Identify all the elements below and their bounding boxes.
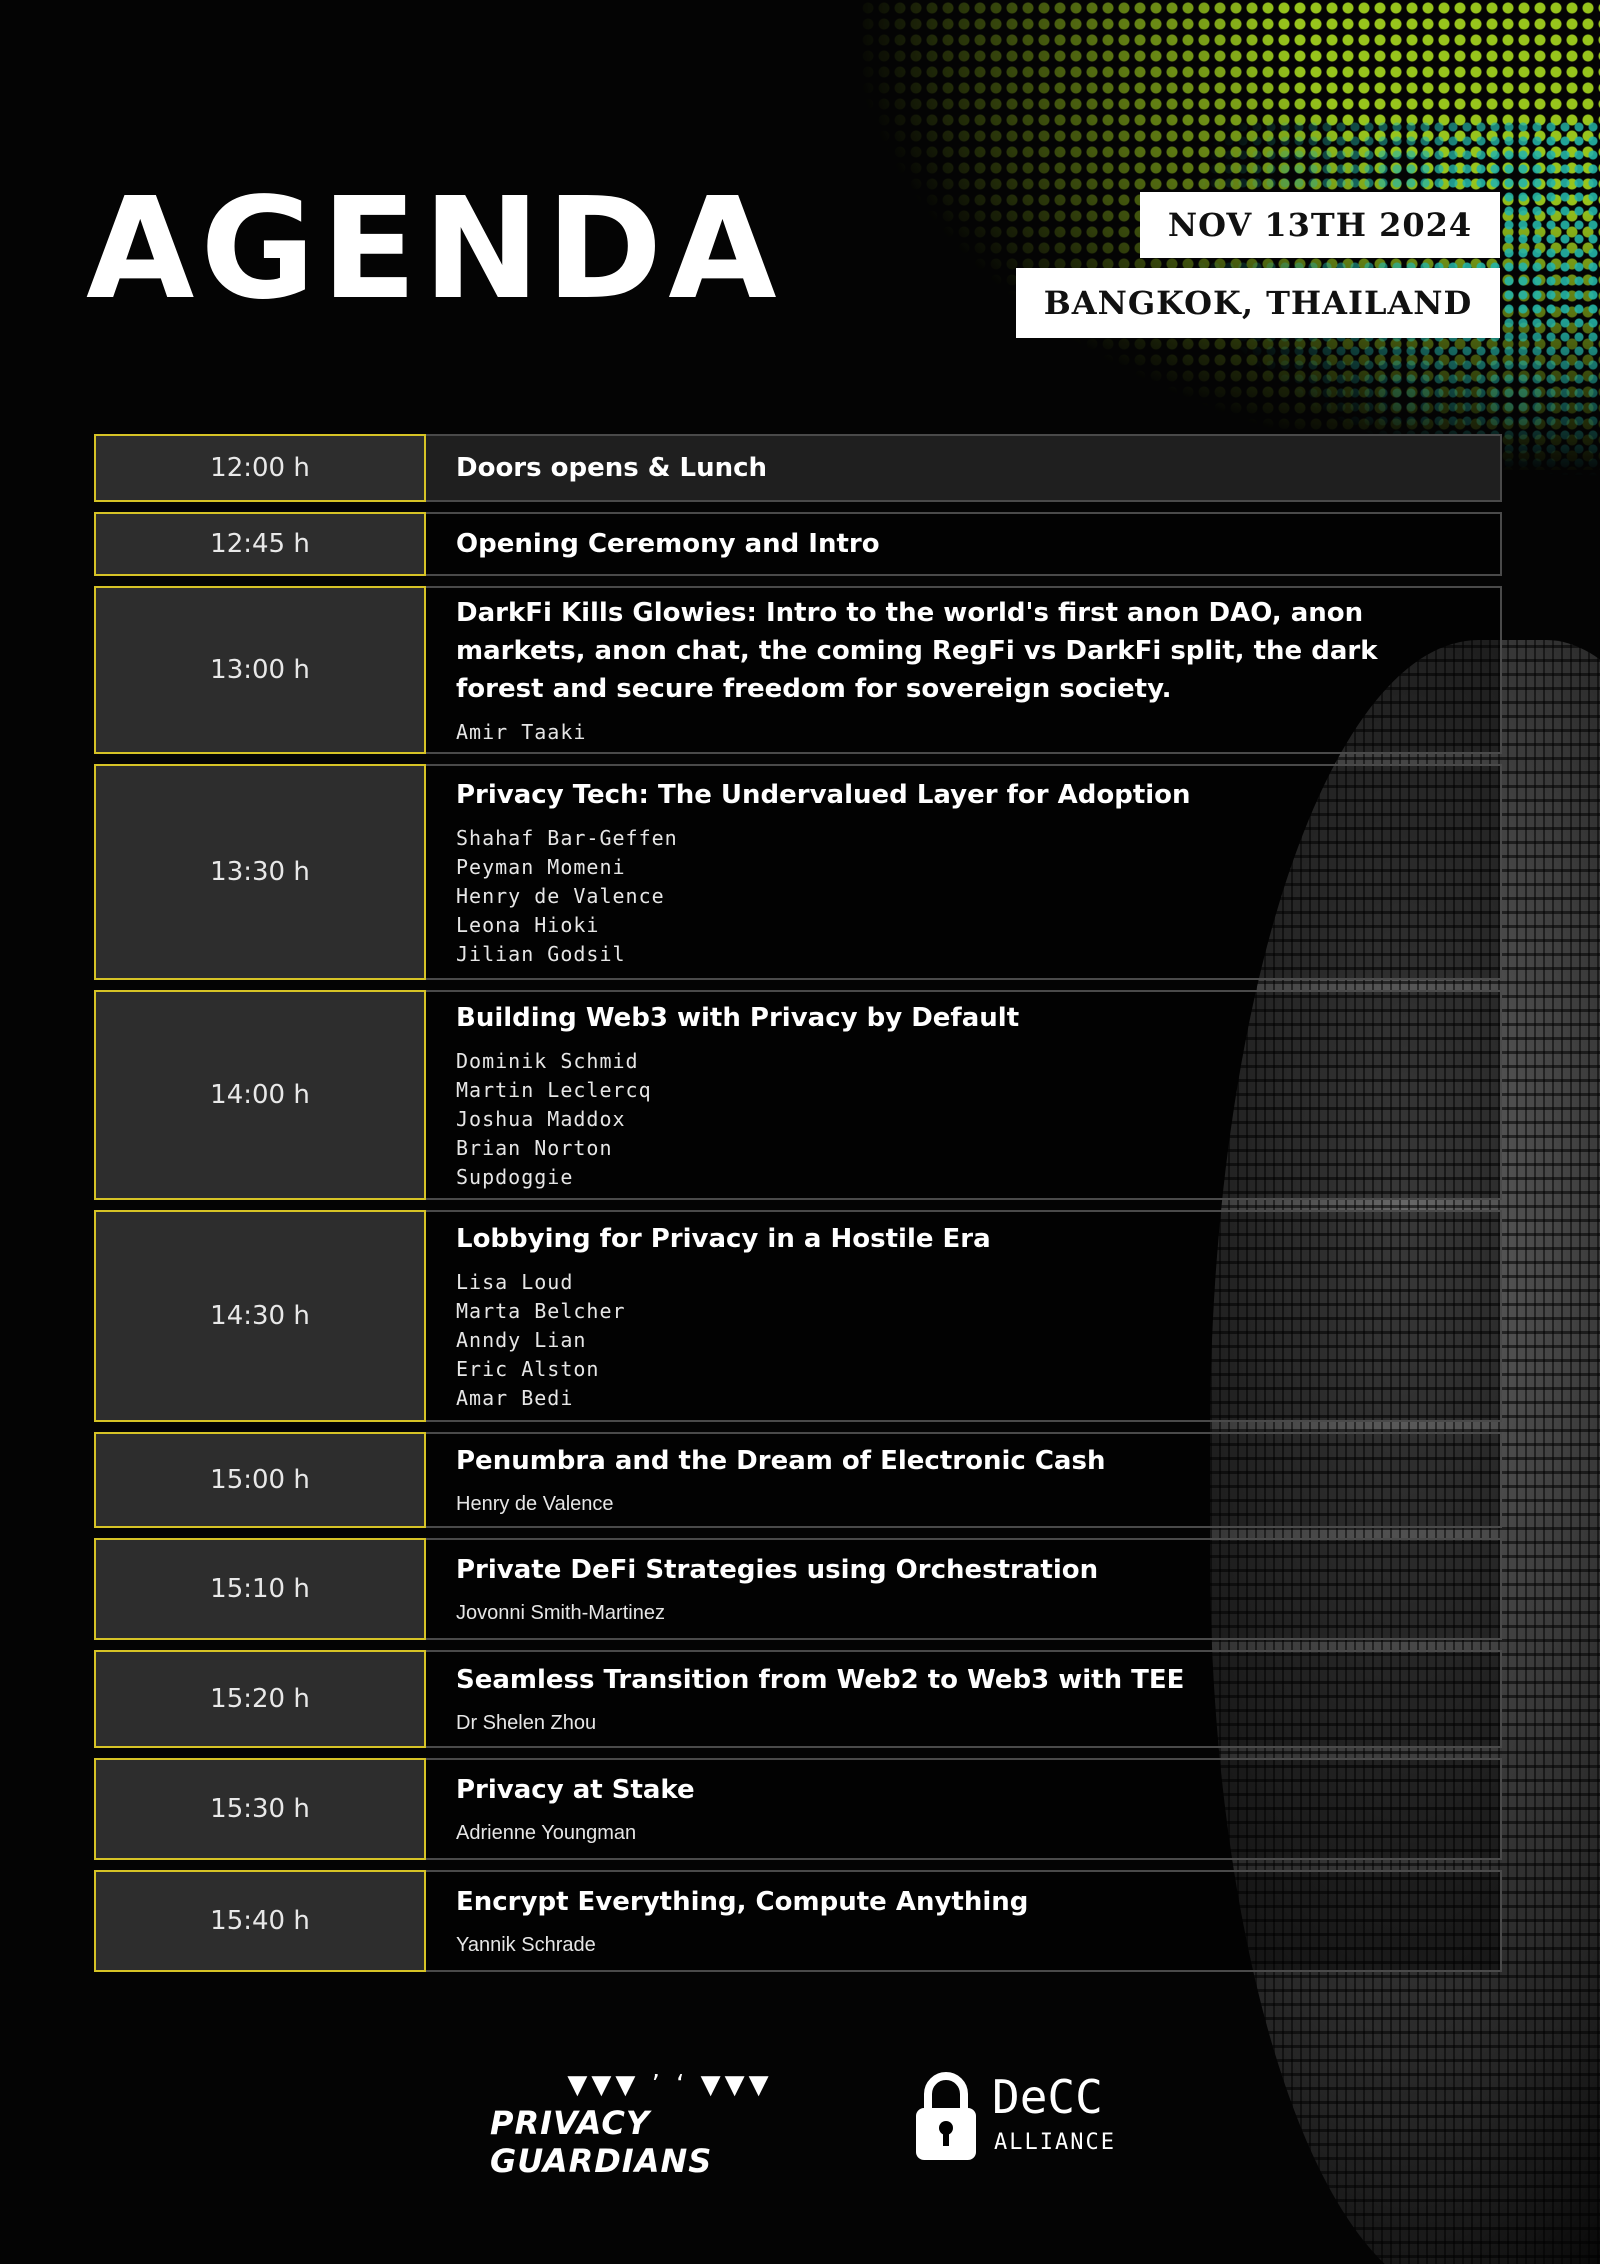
page-title: AGENDA <box>86 168 783 331</box>
agenda-row: 13:30 h Privacy Tech: The Undervalued Lay… <box>94 764 1502 980</box>
agenda-table: 12:00 h Doors opens & Lunch 12:45 h Opening… <box>94 434 1502 1982</box>
session-details: DarkFi Kills Glowies: Intro to the world… <box>426 586 1502 754</box>
session-details: Opening Ceremony and Intro <box>426 512 1502 576</box>
session-title: Lobbying for Privacy in a Hostile Era <box>456 1223 991 1254</box>
speaker-name: Henry de Valence <box>456 883 665 908</box>
session-title: Privacy Tech: The Undervalued Layer for … <box>456 779 1191 810</box>
agenda-row: 14:30 h Lobbying for Privacy in a Hostile… <box>94 1210 1502 1422</box>
speaker-list: Dominik Schmid Martin Leclercq Joshua Madd… <box>456 1047 1470 1192</box>
decc-alliance-logo: DeCC ALLIANCE <box>914 2070 1154 2180</box>
session-time: 13:30 h <box>94 764 426 980</box>
agenda-row: 15:00 h Penumbra and the Dream of Electro… <box>94 1432 1502 1528</box>
session-details: Privacy Tech: The Undervalued Layer for … <box>426 764 1502 980</box>
session-time: 15:20 h <box>94 1650 426 1748</box>
speaker-name: Yannik Schrade <box>456 1933 596 1956</box>
speaker-name: Brian Norton <box>456 1135 613 1160</box>
speaker-name: Adrienne Youngman <box>456 1821 637 1844</box>
session-title: Seamless Transition from Web2 to Web3 wi… <box>456 1664 1185 1695</box>
session-details: Seamless Transition from Web2 to Web3 wi… <box>426 1650 1502 1748</box>
lock-icon <box>916 2072 976 2160</box>
speaker-name: Jovonni Smith-Martinez <box>456 1601 665 1624</box>
session-time: 14:30 h <box>94 1210 426 1422</box>
claw-marks-icon: ▼▼▼ ’ ‘ ▼▼▼ <box>567 2070 773 2100</box>
speaker-name: Marta Belcher <box>456 1298 626 1323</box>
agenda-row: 13:00 h DarkFi Kills Glowies: Intro to th… <box>94 586 1502 754</box>
speaker-name: Martin Leclercq <box>456 1077 652 1102</box>
speaker-name: Dominik Schmid <box>456 1048 639 1073</box>
session-time: 15:10 h <box>94 1538 426 1640</box>
agenda-row: 15:20 h Seamless Transition from Web2 to … <box>94 1650 1502 1748</box>
speaker-list: Shahaf Bar-Geffen Peyman Momeni Henry de V… <box>456 824 1470 969</box>
session-time: 15:30 h <box>94 1758 426 1860</box>
speaker-name: Shahaf Bar-Geffen <box>456 825 678 850</box>
session-details: Lobbying for Privacy in a Hostile Era Lis… <box>426 1210 1502 1422</box>
speaker-list: Jovonni Smith-Martinez <box>456 1599 1470 1628</box>
speaker-name: Lisa Loud <box>456 1269 574 1294</box>
speaker-list: Henry de Valence <box>456 1490 1470 1519</box>
speaker-list: Yannik Schrade <box>456 1931 1470 1960</box>
speaker-name: Eric Alston <box>456 1356 600 1381</box>
session-title: Privacy at Stake <box>456 1774 695 1805</box>
session-time: 13:00 h <box>94 586 426 754</box>
session-details: Doors opens & Lunch <box>426 434 1502 502</box>
speaker-list: Lisa Loud Marta Belcher Anndy Lian Eric Als… <box>456 1268 1470 1413</box>
session-title: Penumbra and the Dream of Electronic Cas… <box>456 1445 1106 1476</box>
decc-alliance-wordmark: ALLIANCE <box>994 2130 1116 2155</box>
speaker-name: Amar Bedi <box>456 1385 574 1410</box>
session-details: Penumbra and the Dream of Electronic Cas… <box>426 1432 1502 1528</box>
event-date: NOV 13TH 2024 <box>1140 192 1500 258</box>
session-details: Private DeFi Strategies using Orchestrat… <box>426 1538 1502 1640</box>
session-details: Privacy at Stake Adrienne Youngman <box>426 1758 1502 1860</box>
session-time: 15:40 h <box>94 1870 426 1972</box>
speaker-list: Dr Shelen Zhou <box>456 1709 1470 1738</box>
agenda-poster: AGENDA NOV 13TH 2024 BANGKOK, THAILAND 1… <box>0 0 1600 2264</box>
speaker-name: Leona Hioki <box>456 912 600 937</box>
decc-wordmark: DeCC <box>992 2070 1103 2124</box>
agenda-row: 15:10 h Private DeFi Strategies using Orc… <box>94 1538 1502 1640</box>
privacy-guardians-wordmark: PRIVACY GUARDIANS <box>490 2104 713 2180</box>
speaker-name: Supdoggie <box>456 1164 574 1189</box>
session-title: Encrypt Everything, Compute Anything <box>456 1886 1029 1917</box>
event-location: BANGKOK, THAILAND <box>1016 268 1500 338</box>
session-title: Doors opens & Lunch <box>456 453 768 483</box>
speaker-name: Henry de Valence <box>456 1492 614 1515</box>
session-title: Opening Ceremony and Intro <box>456 529 880 559</box>
privacy-guardians-logo: ▼▼▼ ’ ‘ ▼▼▼ PRIVACY GUARDIANS <box>490 2070 850 2180</box>
agenda-row: 12:45 h Opening Ceremony and Intro <box>94 512 1502 576</box>
speaker-name: Dr Shelen Zhou <box>456 1711 597 1734</box>
session-title: DarkFi Kills Glowies: Intro to the world… <box>456 597 1378 704</box>
session-time: 12:00 h <box>94 434 426 502</box>
agenda-row: 15:30 h Privacy at Stake Adrienne Youngman <box>94 1758 1502 1860</box>
agenda-row: 14:00 h Building Web3 with Privacy by Def… <box>94 990 1502 1200</box>
speaker-name: Anndy Lian <box>456 1327 587 1352</box>
session-title: Private DeFi Strategies using Orchestrat… <box>456 1554 1099 1585</box>
session-title: Building Web3 with Privacy by Default <box>456 1002 1020 1033</box>
speaker-list: Adrienne Youngman <box>456 1819 1470 1848</box>
session-time: 12:45 h <box>94 512 426 576</box>
speaker-name: Peyman Momeni <box>456 854 626 879</box>
sponsor-logos: ▼▼▼ ’ ‘ ▼▼▼ PRIVACY GUARDIANS DeCC ALLIA… <box>0 2070 1600 2190</box>
session-details: Encrypt Everything, Compute Anything Yann… <box>426 1870 1502 1972</box>
speaker-name: Joshua Maddox <box>456 1106 626 1131</box>
agenda-row: 15:40 h Encrypt Everything, Compute Anyth… <box>94 1870 1502 1972</box>
session-time: 14:00 h <box>94 990 426 1200</box>
session-details: Building Web3 with Privacy by Default Dom… <box>426 990 1502 1200</box>
agenda-row: 12:00 h Doors opens & Lunch <box>94 434 1502 502</box>
session-time: 15:00 h <box>94 1432 426 1528</box>
speaker-name: Amir Taaki <box>456 719 587 744</box>
speaker-name: Jilian Godsil <box>456 941 626 966</box>
speaker-list: Amir Taaki <box>456 718 1470 747</box>
